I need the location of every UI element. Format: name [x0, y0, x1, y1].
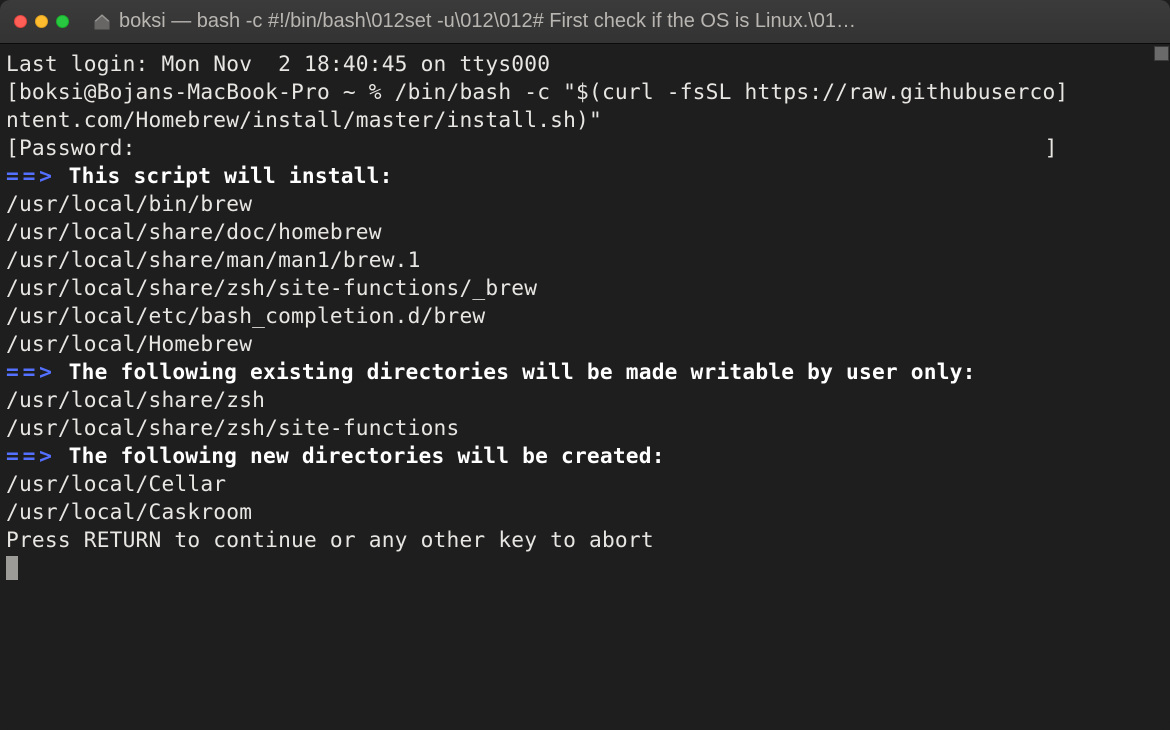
bracket-open: [	[6, 135, 19, 160]
install-path: /usr/local/share/zsh/site-functions/_bre…	[6, 274, 1164, 302]
cursor-line	[6, 554, 1164, 582]
arrow-icon: ==>	[6, 359, 56, 384]
writable-header-line: ==> The following existing directories w…	[6, 358, 1164, 386]
titlebar[interactable]: boksi — bash -c #!/bin/bash\012set -u\01…	[0, 0, 1170, 44]
writable-path: /usr/local/share/zsh	[6, 386, 1164, 414]
arrow-icon: ==>	[6, 163, 56, 188]
maximize-button[interactable]	[56, 15, 69, 28]
window-title: boksi — bash -c #!/bin/bash\012set -u\01…	[119, 10, 856, 33]
install-path: /usr/local/share/doc/homebrew	[6, 218, 1164, 246]
password-line: [Password:]	[6, 134, 1164, 162]
cursor	[6, 556, 18, 580]
newdir-header-line: ==> The following new directories will b…	[6, 442, 1164, 470]
traffic-lights	[14, 15, 69, 28]
title-area: boksi — bash -c #!/bin/bash\012set -u\01…	[69, 10, 1156, 33]
minimize-button[interactable]	[35, 15, 48, 28]
home-icon	[93, 13, 111, 31]
writable-header: The following existing directories will …	[56, 359, 976, 384]
writable-path: /usr/local/share/zsh/site-functions	[6, 414, 1164, 442]
terminal-window: boksi — bash -c #!/bin/bash\012set -u\01…	[0, 0, 1170, 730]
install-path: /usr/local/etc/bash_completion.d/brew	[6, 302, 1164, 330]
install-header: This script will install:	[56, 163, 393, 188]
install-path: /usr/local/Homebrew	[6, 330, 1164, 358]
scrollbar[interactable]	[1154, 46, 1169, 61]
last-login-line: Last login: Mon Nov 2 18:40:45 on ttys00…	[6, 50, 1164, 78]
terminal-body[interactable]: Last login: Mon Nov 2 18:40:45 on ttys00…	[0, 44, 1170, 730]
install-header-line: ==> This script will install:	[6, 162, 1164, 190]
prompt-line-2: ntent.com/Homebrew/install/master/instal…	[6, 106, 1164, 134]
newdir-path: /usr/local/Caskroom	[6, 498, 1164, 526]
newdir-header: The following new directories will be cr…	[56, 443, 665, 468]
install-path: /usr/local/bin/brew	[6, 190, 1164, 218]
arrow-icon: ==>	[6, 443, 56, 468]
close-button[interactable]	[14, 15, 27, 28]
bracket-close: ]	[1045, 135, 1058, 160]
prompt-line: [boksi@Bojans-MacBook-Pro ~ % /bin/bash …	[6, 78, 1164, 106]
newdir-path: /usr/local/Cellar	[6, 470, 1164, 498]
continue-prompt: Press RETURN to continue or any other ke…	[6, 526, 1164, 554]
install-path: /usr/local/share/man/man1/brew.1	[6, 246, 1164, 274]
password-label: Password:	[19, 135, 136, 160]
